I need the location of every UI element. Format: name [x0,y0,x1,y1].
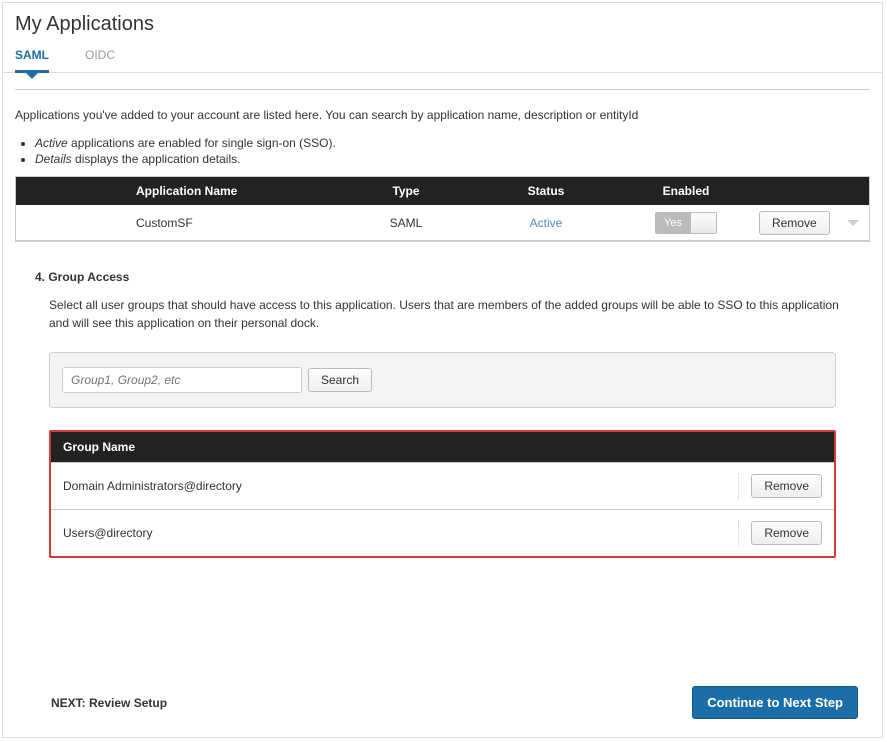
chevron-down-icon[interactable] [847,220,859,226]
remove-group-button[interactable]: Remove [751,474,822,498]
intro-bullet: Active applications are enabled for sing… [35,136,882,150]
group-search-input[interactable] [62,367,302,393]
col-header-type: Type [336,184,476,198]
remove-group-button[interactable]: Remove [751,521,822,545]
enabled-toggle[interactable]: Yes [655,212,717,234]
app-container: My Applications SAML OIDC Applications y… [2,2,883,738]
intro-em: Active [35,136,68,150]
group-access-section: 4. Group Access Select all user groups t… [3,242,882,558]
col-header-enabled: Enabled [616,184,756,198]
app-name: CustomSF [16,216,336,230]
tab-saml[interactable]: SAML [15,48,49,72]
groups-table: Group Name Domain Administrators@directo… [49,430,836,558]
toggle-handle [690,213,716,233]
search-box: Search [49,352,836,408]
next-step-label: NEXT: Review Setup [51,696,167,710]
intro-text: Applications you've added to your accoun… [3,90,882,130]
tab-oidc[interactable]: OIDC [85,48,115,72]
applications-table: Application Name Type Status Enabled Cus… [15,176,870,242]
page-title: My Applications [3,3,882,42]
applications-header: Application Name Type Status Enabled [16,177,869,205]
group-name: Domain Administrators@directory [63,479,242,493]
tabs: SAML OIDC [3,42,882,73]
intro-bullet: Details displays the application details… [35,152,882,166]
search-button[interactable]: Search [308,368,372,392]
remove-button[interactable]: Remove [759,211,830,235]
footer: NEXT: Review Setup Continue to Next Step [3,672,882,737]
group-name: Users@directory [63,526,153,540]
group-row: Users@directory Remove [51,509,834,556]
intro-em: Details [35,152,72,166]
col-header-name: Application Name [16,184,336,198]
group-row: Domain Administrators@directory Remove [51,462,834,509]
col-header-status: Status [476,184,616,198]
table-row: CustomSF SAML Active Yes Remove [16,205,869,241]
section-description: Select all user groups that should have … [35,296,850,332]
app-type: SAML [336,216,476,230]
divider [738,520,739,546]
groups-header: Group Name [51,432,834,462]
app-status-link[interactable]: Active [530,216,563,230]
divider [738,473,739,499]
continue-button[interactable]: Continue to Next Step [692,686,858,719]
group-actions: Remove [738,520,822,546]
intro-rest: applications are enabled for single sign… [68,136,336,150]
group-actions: Remove [738,473,822,499]
intro-rest: displays the application details. [72,152,241,166]
toggle-label: Yes [656,213,690,233]
section-title: 4. Group Access [35,270,850,284]
intro-list: Active applications are enabled for sing… [3,130,882,166]
